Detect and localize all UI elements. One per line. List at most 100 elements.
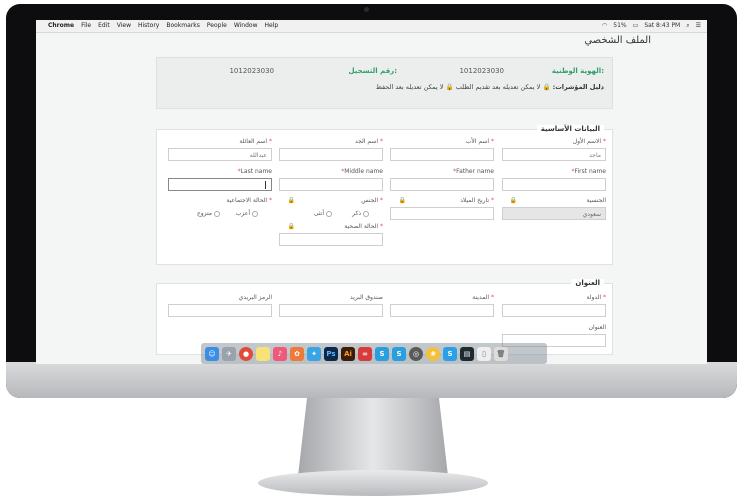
gender-label: الجنس * bbox=[361, 197, 383, 204]
menu-history[interactable]: History bbox=[138, 22, 159, 29]
spotlight-icon[interactable]: ⌕ bbox=[686, 22, 689, 30]
notification-icon[interactable]: ☰ bbox=[696, 22, 701, 30]
wifi-icon[interactable]: ◠ bbox=[602, 22, 607, 30]
health-select[interactable] bbox=[279, 233, 383, 246]
menu-help[interactable]: Help bbox=[265, 22, 279, 29]
menu-people[interactable]: People bbox=[207, 22, 227, 29]
illustrator-icon[interactable]: Ai bbox=[341, 346, 355, 361]
finder-icon[interactable]: ☺ bbox=[205, 346, 219, 361]
menu-view[interactable]: View bbox=[117, 22, 131, 29]
middle-name-en-label: *Middle name bbox=[341, 168, 383, 175]
battery-percent[interactable]: 51% bbox=[613, 22, 626, 30]
marital-single-radio[interactable]: أعزب bbox=[236, 210, 258, 217]
first-name-en-label: *First name bbox=[571, 168, 606, 175]
last-name-en-label: *Last name bbox=[237, 168, 272, 175]
basic-info-title: البيانات الأساسية bbox=[536, 125, 604, 133]
last-name-en-input[interactable] bbox=[168, 178, 272, 191]
chrome-icon[interactable]: ● bbox=[239, 346, 253, 361]
monitor-chin bbox=[6, 362, 737, 398]
reg-no-label: رقم التسجيل: bbox=[348, 67, 397, 75]
gender-female-radio[interactable]: أنثى bbox=[314, 210, 332, 217]
father-name-en-input[interactable] bbox=[390, 178, 494, 191]
marital-married-radio[interactable]: متزوج bbox=[197, 210, 220, 217]
city-select[interactable] bbox=[390, 304, 494, 317]
family-name-ar-input[interactable]: عبدالله bbox=[168, 148, 272, 161]
postal-code-label: الرمز البريدي bbox=[238, 294, 272, 301]
legend-row: دليل المؤشرات: 🔒 لا يمكن تعديله بعد تقدي… bbox=[376, 83, 604, 91]
first-name-ar-input[interactable]: ماجد bbox=[502, 148, 606, 161]
address-title: العنوان bbox=[571, 279, 604, 287]
first-name-ar-label: الاسم الأول * bbox=[572, 138, 606, 145]
menu-edit[interactable]: Edit bbox=[98, 22, 110, 29]
twitter-icon[interactable]: ✦ bbox=[307, 346, 321, 361]
po-box-label: صندوق البريد bbox=[350, 294, 383, 301]
skype-2-icon[interactable]: S bbox=[392, 346, 406, 361]
marital-label: الحالة الاجتماعية * bbox=[226, 197, 272, 204]
country-label: الدولة * bbox=[586, 294, 606, 301]
legend-save-text: لا يمكن تعديله بعد الحفظ bbox=[375, 83, 444, 91]
info-card: الهوية الوطنية: 1012023030 رقم التسجيل: … bbox=[156, 57, 613, 109]
app-menu[interactable]: Chrome bbox=[48, 22, 74, 29]
national-id-label: الهوية الوطنية: bbox=[551, 67, 604, 75]
basic-info-section: البيانات الأساسية الاسم الأول * اسم الأب… bbox=[156, 125, 613, 265]
photos-browser-icon[interactable]: ❀ bbox=[426, 346, 440, 361]
national-id-value: 1012023030 bbox=[459, 67, 504, 75]
reg-no: رقم التسجيل: bbox=[348, 67, 397, 75]
notes-icon[interactable] bbox=[256, 346, 270, 361]
country-select[interactable] bbox=[502, 304, 606, 317]
postal-code-input[interactable] bbox=[168, 304, 272, 317]
national-id: الهوية الوطنية: bbox=[552, 67, 604, 75]
photos-icon[interactable]: ✿ bbox=[290, 346, 304, 361]
gender-lock-icon: 🔒 bbox=[287, 197, 295, 204]
photoshop-icon[interactable]: Ps bbox=[324, 346, 338, 361]
legend-submit-text: لا يمكن تعديله بعد تقديم الطلب bbox=[455, 83, 541, 91]
skype-alt-icon[interactable]: S bbox=[443, 346, 457, 361]
address-label: العنوان bbox=[588, 324, 606, 331]
clock[interactable]: Sat 8:43 PM bbox=[644, 22, 680, 30]
terminal-icon[interactable]: ▤ bbox=[460, 346, 474, 361]
birth-date-input[interactable] bbox=[390, 207, 494, 220]
middle-name-en-input[interactable] bbox=[279, 178, 383, 191]
mac-dock: ☺ ✈ ● ♪ ✿ ✦ Ps Ai ∞ S S ◎ ❀ S ▤ ▯ 🗑 bbox=[201, 343, 547, 364]
lock-submit-icon: 🔒 bbox=[542, 83, 551, 91]
birth-date-lock-icon: 🔒 bbox=[398, 197, 406, 204]
nationality-select[interactable]: سعودي bbox=[502, 207, 606, 220]
camera-dot bbox=[364, 7, 369, 12]
page-title: الملف الشخصي bbox=[584, 35, 651, 46]
father-name-ar-label: اسم الأب * bbox=[465, 138, 494, 145]
trash-icon[interactable]: 🗑 bbox=[494, 346, 508, 361]
radio-dot-icon bbox=[363, 210, 369, 217]
radio-dot-icon bbox=[326, 210, 332, 217]
legend-label: دليل المؤشرات: bbox=[552, 83, 604, 91]
music-icon[interactable]: ♪ bbox=[273, 346, 287, 361]
city-label: المدينة * bbox=[472, 294, 494, 301]
radio-dot-icon bbox=[214, 210, 220, 217]
reg-no-value: 1012023030 bbox=[229, 67, 274, 75]
battery-icon[interactable]: ▭ bbox=[633, 22, 639, 30]
first-name-en-input[interactable] bbox=[502, 178, 606, 191]
dashboard-icon[interactable]: ◎ bbox=[409, 346, 423, 361]
lock-save-icon: 🔒 bbox=[445, 83, 454, 91]
monitor-base bbox=[258, 470, 488, 496]
father-name-en-label: *Father name bbox=[453, 168, 494, 175]
nationality-lock-icon: 🔒 bbox=[509, 197, 517, 204]
gender-male-radio[interactable]: ذكر bbox=[352, 210, 369, 217]
menu-window[interactable]: Window bbox=[234, 22, 258, 29]
mac-menubar: Chrome File Edit View History Bookmarks … bbox=[36, 20, 707, 33]
health-lock-icon: 🔒 bbox=[287, 223, 295, 230]
documents-icon[interactable]: ▯ bbox=[477, 346, 491, 361]
profile-page: الملف الشخصي الهوية الوطنية: 1012023030 … bbox=[36, 33, 707, 364]
skype-icon[interactable]: S bbox=[375, 346, 389, 361]
monitor-stand bbox=[298, 398, 448, 476]
grandfather-name-ar-input[interactable] bbox=[279, 148, 383, 161]
menu-bookmarks[interactable]: Bookmarks bbox=[166, 22, 200, 29]
grandfather-name-ar-label: اسم الجد * bbox=[354, 138, 383, 145]
father-name-ar-input[interactable] bbox=[390, 148, 494, 161]
radio-dot-icon bbox=[252, 210, 258, 217]
menu-file[interactable]: File bbox=[81, 22, 91, 29]
birth-date-label: تاريخ الميلاد * bbox=[460, 197, 494, 204]
launchpad-icon[interactable]: ✈ bbox=[222, 346, 236, 361]
health-label: الحالة الصحية * bbox=[344, 223, 383, 230]
creative-cloud-icon[interactable]: ∞ bbox=[358, 346, 372, 361]
po-box-input[interactable] bbox=[279, 304, 383, 317]
